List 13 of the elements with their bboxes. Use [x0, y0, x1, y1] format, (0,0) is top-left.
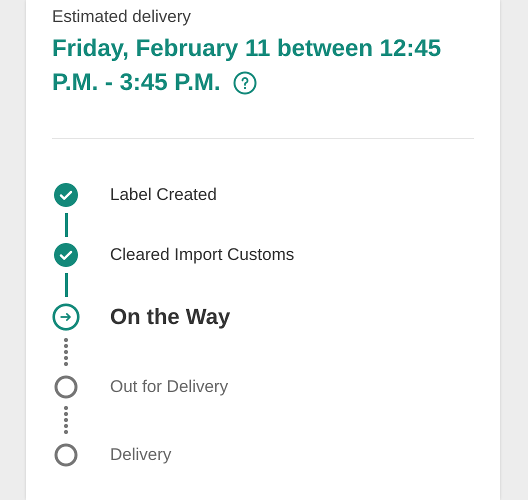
delivery-date: Friday, February 11 between 12:45 [52, 34, 442, 64]
estimated-delivery-label: Estimated delivery [52, 6, 192, 28]
dotted-connector [63, 405, 69, 437]
delivery-date: P.M. - 3:45 P.M. [52, 68, 221, 98]
help-icon[interactable] [232, 71, 257, 95]
dotted-connector [63, 337, 69, 369]
timeline-connector [64, 213, 68, 237]
step-label: Label Created [110, 185, 217, 205]
step-label: On the Way [110, 304, 230, 330]
step-label: Cleared Import Customs [110, 245, 294, 265]
step-label: Out for Delivery [110, 377, 228, 397]
timeline-connector [64, 273, 68, 297]
step-label: Delivery [110, 445, 172, 465]
